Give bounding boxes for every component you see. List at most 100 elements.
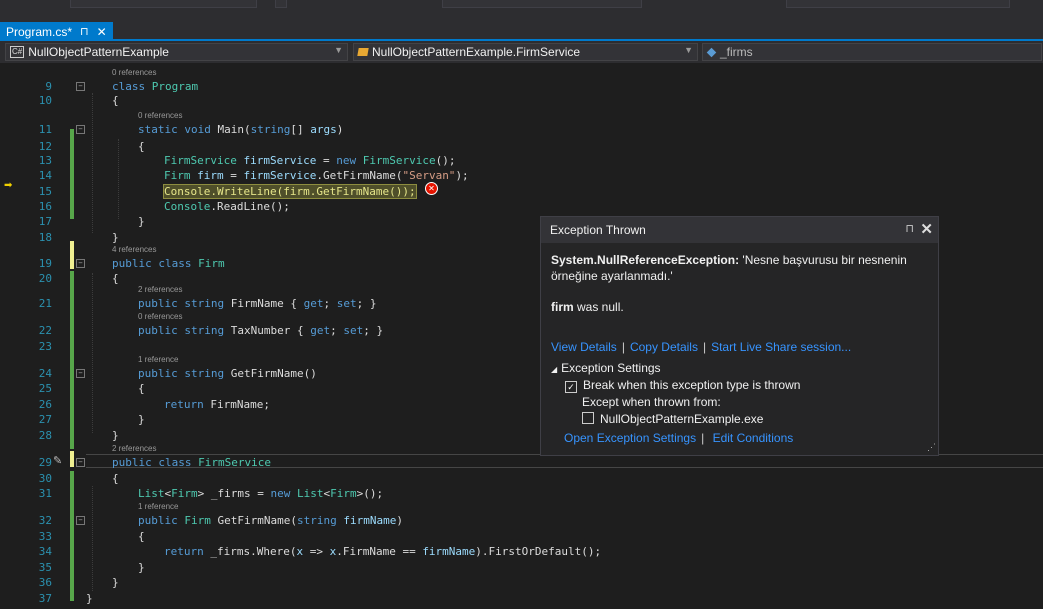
- code-line[interactable]: 13 FirmService firmService = new FirmServ…: [0, 153, 1043, 168]
- line-number: 24: [38, 367, 52, 380]
- code-line[interactable]: 35}: [0, 560, 1043, 575]
- collapse-triangle-icon: ◢: [551, 365, 558, 374]
- code-line[interactable]: 34 return _firms.Where(x => x.FirmName ==…: [0, 544, 1043, 559]
- code-line[interactable]: 15 Console.WriteLine(firm.GetFirmName());: [0, 184, 1043, 199]
- line-number: 12: [38, 140, 52, 153]
- collapse-icon[interactable]: −: [76, 259, 85, 268]
- code-line[interactable]: 12 {: [0, 139, 1043, 154]
- module-row[interactable]: NullObjectPatternExample.exe: [582, 412, 763, 426]
- line-number: 34: [38, 545, 52, 558]
- code-text: FirmService firmService = new FirmServic…: [164, 154, 456, 167]
- line-number: 29: [38, 456, 52, 469]
- code-line[interactable]: 11 0 references − static void Main(string[]…: [0, 111, 1043, 137]
- line-number: 33: [38, 530, 52, 543]
- code-line[interactable]: 9 0 references − class Program: [0, 68, 1043, 94]
- code-line[interactable]: 33 {: [0, 529, 1043, 544]
- pin-icon[interactable]: ⊓: [80, 25, 89, 38]
- exception-links: View Details | Copy Details | Start Live S…: [551, 340, 852, 354]
- member-dropdown[interactable]: _firms: [702, 43, 1042, 61]
- code-line[interactable]: 16 Console.ReadLine();: [0, 199, 1043, 214]
- tab-title: Program.cs*: [6, 24, 73, 39]
- view-details-link[interactable]: View Details: [551, 340, 617, 354]
- line-number: 35: [38, 561, 52, 574]
- tab-program-cs[interactable]: Program.cs* ⊓ ✕: [0, 22, 113, 41]
- close-icon[interactable]: ✕: [97, 25, 107, 39]
- toolbar-combo-3[interactable]: [786, 0, 1010, 8]
- line-number: 10: [38, 94, 52, 107]
- line-number: 28: [38, 429, 52, 442]
- module-checkbox[interactable]: [582, 412, 594, 424]
- codelens-references[interactable]: 2 references: [112, 444, 156, 454]
- codelens-references[interactable]: 0 references: [138, 111, 182, 121]
- code-line[interactable]: 14 Firm firm = firmService.GetFirmName("S…: [0, 168, 1043, 183]
- code-line[interactable]: 10 {: [0, 93, 1043, 108]
- line-number: 18: [38, 231, 52, 244]
- code-text: public string TaxNumber { get; set; }: [138, 324, 384, 337]
- project-dropdown[interactable]: C# NullObjectPatternExample ▼: [5, 43, 348, 61]
- collapse-icon[interactable]: −: [76, 125, 85, 134]
- codelens-references[interactable]: 1 reference: [138, 502, 178, 512]
- line-number: 14: [38, 169, 52, 182]
- code-text: }: [138, 413, 145, 426]
- code-line[interactable]: 32 1 reference − public Firm GetFirmName(st…: [0, 502, 1043, 528]
- line-number: 13: [38, 154, 52, 167]
- code-text: public string FirmName { get; set; }: [138, 297, 377, 310]
- codelens-references[interactable]: 2 references: [138, 285, 182, 295]
- copy-details-link[interactable]: Copy Details: [630, 340, 698, 354]
- codelens-references[interactable]: 1 reference: [138, 355, 178, 365]
- code-text: {: [138, 140, 145, 153]
- document-tab-bar: Program.cs* ⊓ ✕: [0, 10, 1043, 41]
- error-icon[interactable]: ✕: [425, 182, 438, 195]
- close-icon[interactable]: ✕: [920, 220, 933, 238]
- line-number: 15: [38, 185, 52, 198]
- code-text: }: [112, 429, 119, 442]
- except-label: Except when thrown from:: [582, 395, 721, 409]
- exception-settings-header[interactable]: ◢ Exception Settings: [551, 361, 661, 375]
- collapse-icon[interactable]: −: [76, 516, 85, 525]
- code-text: public Firm GetFirmName(string firmName): [138, 514, 403, 527]
- line-number: 25: [38, 382, 52, 395]
- codelens-references[interactable]: 4 references: [112, 245, 156, 255]
- class-name: NullObjectPatternExample.FirmService: [372, 45, 581, 59]
- break-label: Break when this exception type is thrown: [583, 378, 801, 392]
- collapse-icon[interactable]: −: [76, 369, 85, 378]
- line-number: 17: [38, 215, 52, 228]
- codelens-references[interactable]: 0 references: [112, 68, 156, 78]
- collapse-icon[interactable]: −: [76, 82, 85, 91]
- resize-grip-icon[interactable]: ⋰: [927, 442, 936, 453]
- exception-title: Exception Thrown: [550, 223, 646, 237]
- edit-conditions-link[interactable]: Edit Conditions: [713, 431, 794, 445]
- toolbar-combo-2[interactable]: [442, 0, 642, 8]
- code-text: }: [86, 592, 93, 605]
- code-text: public class Firm: [112, 257, 225, 270]
- exception-header: Exception Thrown ⊓ ✕: [541, 217, 938, 243]
- code-text: static void Main(string[] args): [138, 123, 344, 136]
- break-when-thrown-row[interactable]: ✓ Break when this exception type is throw…: [565, 378, 800, 393]
- collapse-icon[interactable]: −: [76, 458, 85, 467]
- line-number: 37: [38, 592, 52, 605]
- line-number: 31: [38, 487, 52, 500]
- class-icon: [357, 48, 369, 56]
- line-number: 21: [38, 297, 52, 310]
- csharp-project-icon: C#: [10, 46, 25, 58]
- break-checkbox[interactable]: ✓: [565, 381, 577, 393]
- variable-name: firm: [551, 300, 574, 314]
- code-line[interactable]: 31 List<Firm> _firms = new List<Firm>();: [0, 486, 1043, 501]
- code-text: }: [138, 561, 145, 574]
- open-exception-settings-link[interactable]: Open Exception Settings: [564, 431, 696, 445]
- code-line[interactable]: 36}: [0, 575, 1043, 590]
- toolbar-button[interactable]: [275, 0, 287, 8]
- pin-icon[interactable]: ⊓: [905, 222, 914, 235]
- code-line[interactable]: 37}: [0, 591, 1043, 606]
- class-dropdown[interactable]: NullObjectPatternExample.FirmService ▼: [353, 43, 698, 61]
- line-number: 16: [38, 200, 52, 213]
- codelens-references[interactable]: 0 references: [138, 312, 182, 322]
- line-number: 20: [38, 272, 52, 285]
- code-text: {: [112, 472, 119, 485]
- toolbar-combo-1[interactable]: [70, 0, 257, 8]
- live-share-link[interactable]: Start Live Share session...: [711, 340, 851, 354]
- code-line[interactable]: 29 2 references − public class FirmService: [0, 444, 1043, 470]
- member-name: _firms: [720, 45, 753, 59]
- code-line[interactable]: 30 {: [0, 471, 1043, 486]
- code-text: }: [112, 576, 119, 589]
